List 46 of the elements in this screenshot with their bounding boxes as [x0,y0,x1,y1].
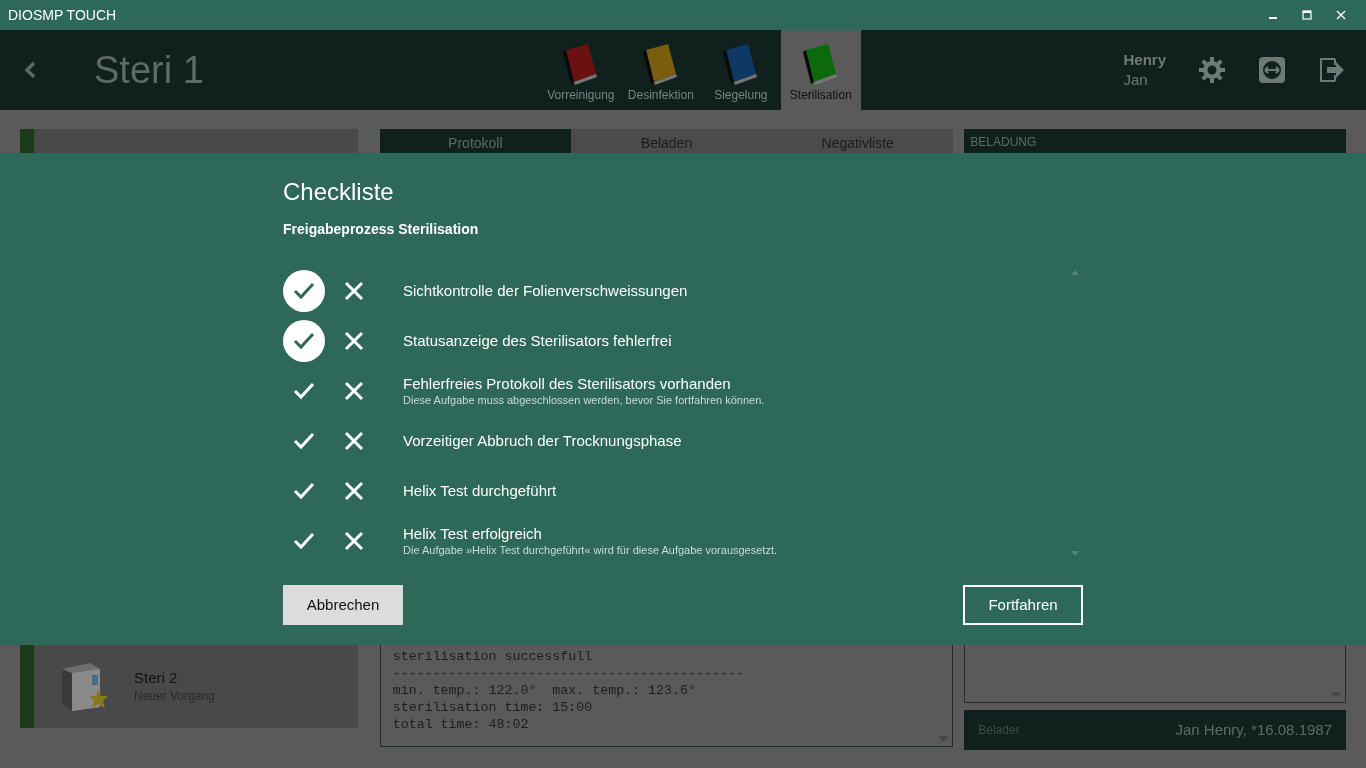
process-tab[interactable]: Desinfektion [620,30,701,110]
loader-name: Jan Henry, *16.08.1987 [1175,719,1332,740]
check-icon [293,482,315,500]
check-icon [293,282,315,300]
checklist-item-note: Die Aufgabe »Helix Test durchgeführt« wird für diese Aufgabe vorausgesetzt. [403,543,778,557]
check-icon [293,382,315,400]
window-title: DIOSMP TOUCH [7,5,117,25]
protocol-line: min. temp.: 122.0° max. temp.: 123.6° [392,682,696,699]
check-icon [293,332,315,350]
checklist-item-text: Sichtkontrolle der Folienverschweissungen [403,282,688,300]
protocol-line: -------------------------------------------- [392,665,744,682]
check-icon [293,532,315,550]
dialog-subtitle: Freigabeprozess Sterilisation [283,220,480,239]
confirm-check-button[interactable] [283,270,325,312]
cancel-button[interactable]: Abbrechen [283,585,403,625]
panel-tab[interactable]: Protokoll [379,129,571,153]
check-icon [293,432,315,450]
minimize-icon [1269,17,1277,19]
list-item-title: Steri 2 [134,668,179,687]
checklist-item-text: Statusanzeige des Sterilisators fehlerfrei [403,332,672,350]
continue-button[interactable]: Fortfahren [963,585,1083,625]
protocol-line: total time: 48:02 [392,716,529,733]
protocol-line: sterilisation time: 15:00 [392,699,593,716]
panel-heading: BELADUNG [964,129,1346,153]
page-title: Steri 1 [94,47,204,93]
process-tab[interactable]: Sterilisation [780,30,861,110]
cross-icon [344,281,364,301]
dialog-title: Checkliste [283,177,395,207]
checklist-item-note: Diese Aufgabe muss abgeschlossen werden, bevor Sie fortfahren können. [403,393,765,407]
process-tab[interactable]: Siegelung [700,30,781,110]
checklist-item-text: Fehlerfreies Protokoll des Sterilisators vorhanden [403,375,732,393]
protocol-line: sterilisation successfull [392,648,593,665]
cross-icon [344,331,364,351]
cross-icon [344,431,364,451]
confirm-check-button[interactable] [283,320,325,362]
checklist-item-text: Helix Test durchgeführt [403,482,557,500]
cross-icon [344,381,364,401]
user-first-name: Jan [1123,70,1149,90]
process-tab[interactable]: Vorreinigung [540,30,621,110]
close-icon [1336,10,1346,20]
cross-icon [344,481,364,501]
cross-icon [344,531,364,551]
checklist-item-text: Vorzeitiger Abbruch der Trocknungsphase [403,432,682,450]
user-last-name: Henry [1123,50,1166,70]
maximize-icon [1302,10,1312,20]
checklist-item-text: Helix Test erfolgreich [403,525,543,543]
